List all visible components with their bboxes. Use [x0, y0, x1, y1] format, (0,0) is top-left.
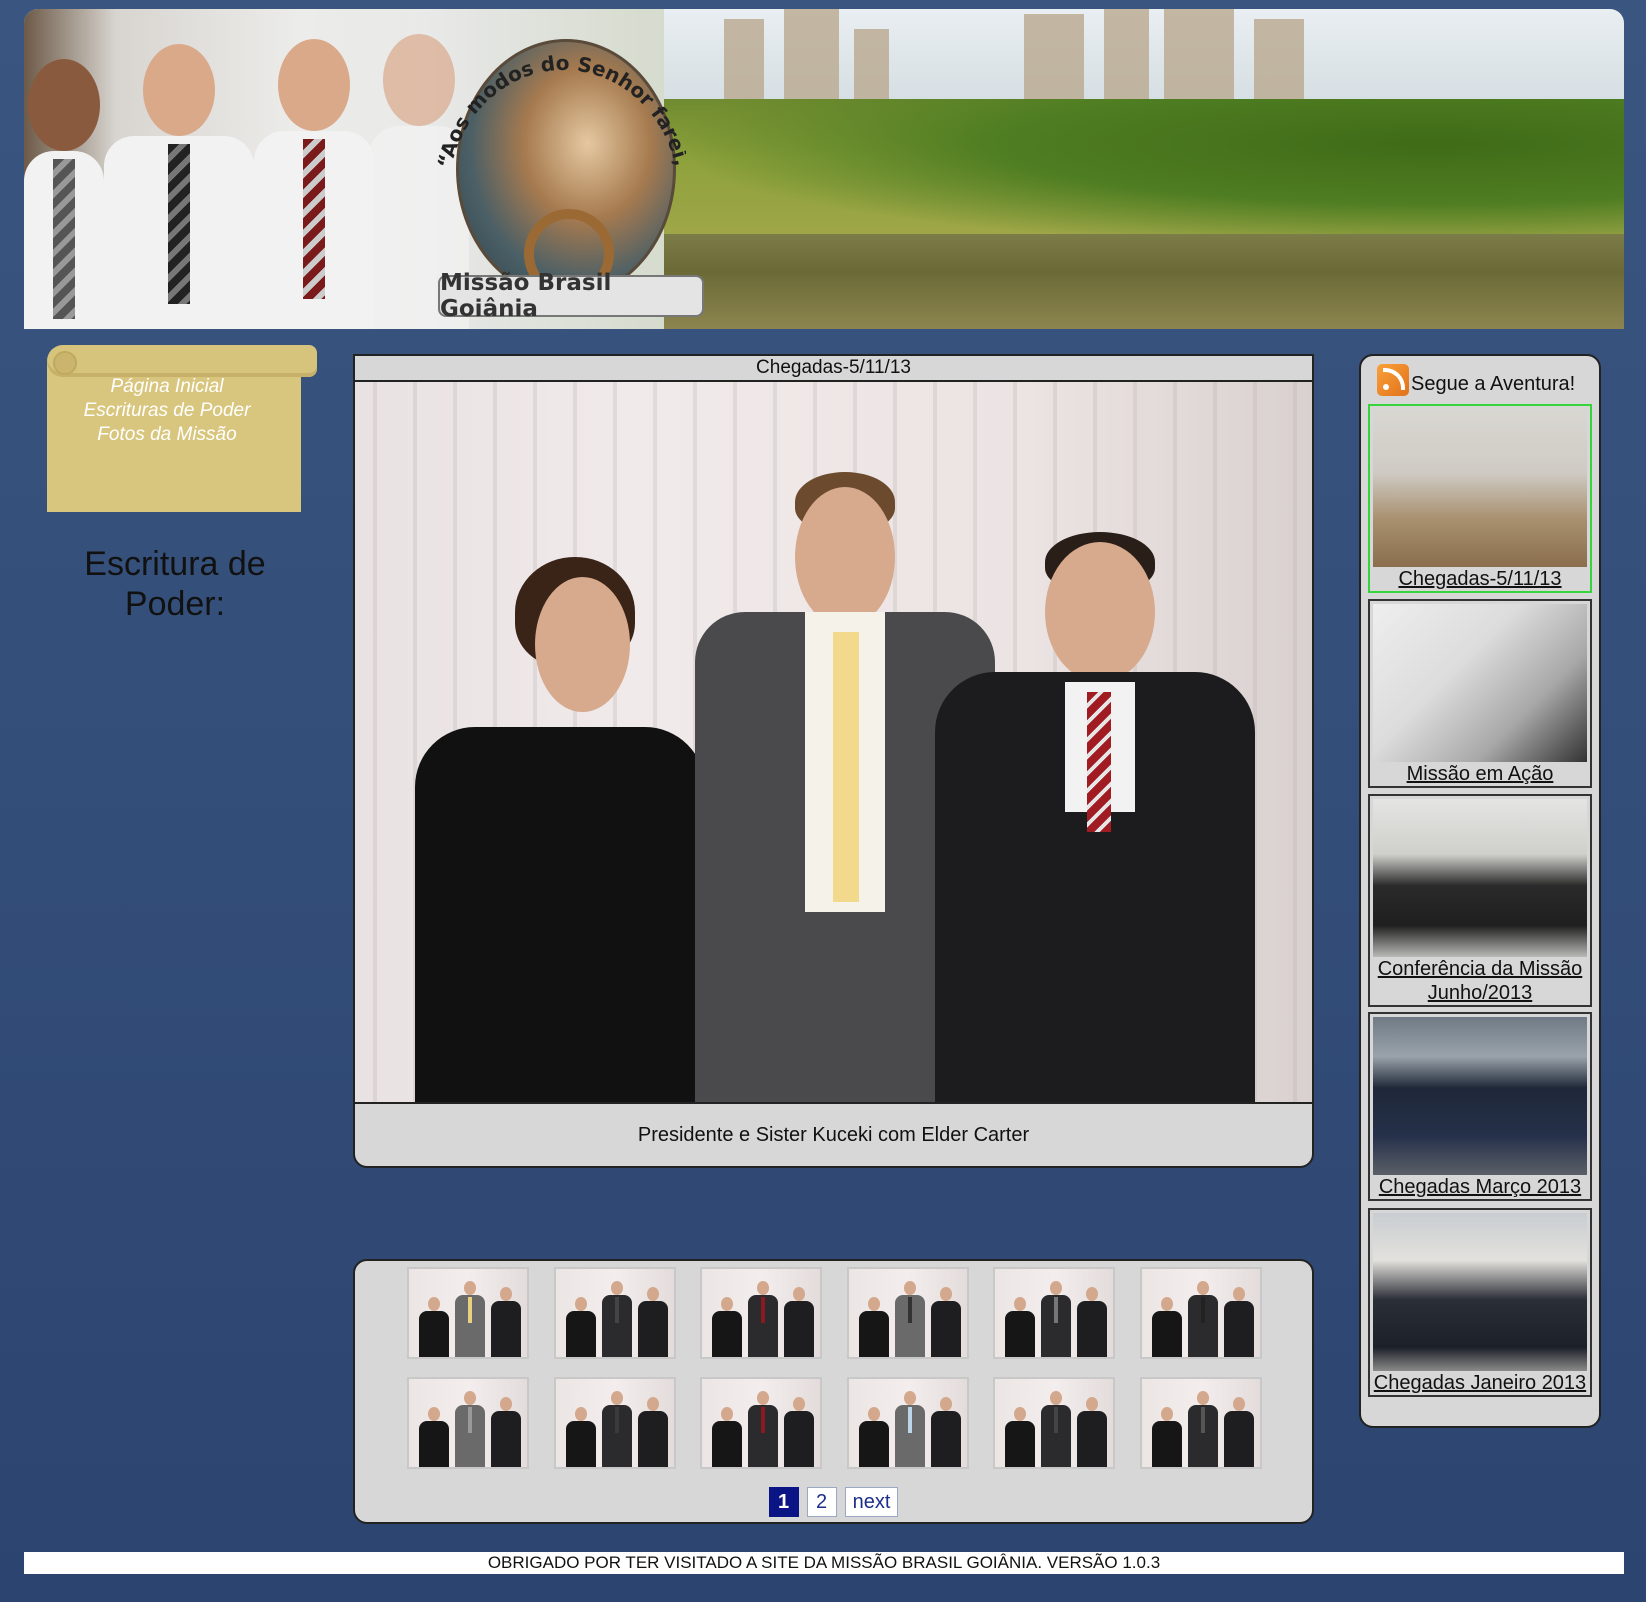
album-label: Missão em Ação — [1406, 763, 1554, 785]
photo-thumbnail[interactable] — [1139, 1377, 1262, 1469]
thumbnail-person — [784, 1301, 814, 1357]
main-photo[interactable] — [355, 382, 1312, 1104]
thumbnail-person — [1151, 1421, 1182, 1467]
photo-thumbnail[interactable] — [553, 1377, 676, 1469]
album-conferencia-junho-2013[interactable]: Conferência da Missão Junho/2013 — [1368, 794, 1592, 1007]
thumbnail-person — [784, 1411, 814, 1467]
photo-thumbnail[interactable] — [700, 1267, 822, 1359]
thumbnail-person — [858, 1311, 889, 1357]
footer-text: OBRIGADO POR TER VISITADO A SITE DA MISS… — [24, 1552, 1624, 1574]
thumbnail-person — [1151, 1311, 1182, 1357]
album-label: Chegadas Janeiro 2013 — [1373, 1372, 1587, 1394]
main-photo-panel: Chegadas-5/11/13 Presidente e Sister Kuc… — [353, 354, 1314, 1168]
photo-thumbnail[interactable] — [1139, 1267, 1262, 1359]
banner-trees — [664, 99, 1624, 249]
album-title: Chegadas-5/11/13 — [355, 356, 1312, 382]
photo-person-president — [935, 532, 1255, 1102]
thumbnail-person — [1041, 1405, 1071, 1467]
photo-thumbnail[interactable] — [993, 1377, 1115, 1469]
sidebar-heading-text: Segue a Aventura! — [1411, 373, 1576, 395]
thumbnail-person — [712, 1311, 742, 1357]
nav-link-photos[interactable]: Fotos da Missão — [47, 423, 287, 447]
nav-links: Página Inicial Escrituras de Poder Fotos… — [47, 375, 287, 447]
photo-caption: Presidente e Sister Kuceki com Elder Car… — [637, 1124, 1030, 1146]
album-label: Chegadas-5/11/13 — [1398, 568, 1562, 590]
header-banner: “Aos modos do Senhor farei, e os milagre… — [24, 9, 1624, 329]
thumbnail-person — [419, 1311, 449, 1357]
thumbnail-person — [1077, 1301, 1107, 1357]
album-thumbnail — [1373, 1213, 1587, 1371]
album-thumbnail — [1373, 409, 1587, 567]
photo-thumbnail[interactable] — [407, 1267, 529, 1359]
thumbnail-person — [455, 1295, 485, 1357]
photo-thumbnail[interactable] — [553, 1267, 676, 1359]
album-missao-em-acao[interactable]: Missão em Ação — [1368, 599, 1592, 788]
album-thumbnail — [1373, 799, 1587, 957]
site-title: Missão Brasil Goiânia — [438, 270, 704, 322]
photo-thumbnail[interactable] — [700, 1377, 822, 1469]
thumbnail-person — [1005, 1311, 1035, 1357]
thumbnail-person — [1041, 1295, 1071, 1357]
thumbnail-person — [858, 1421, 889, 1467]
thumbnail-person — [419, 1421, 449, 1467]
thumbnail-person — [601, 1295, 632, 1357]
thumbnail-person — [930, 1301, 961, 1357]
thumbnail-person — [1223, 1411, 1254, 1467]
thumbnail-person — [1187, 1295, 1218, 1357]
thumbnail-panel: 1 2 next — [353, 1259, 1314, 1524]
album-thumbnail — [1373, 1017, 1587, 1175]
thumbnail-person — [455, 1405, 485, 1467]
album-label: Conferência da Missão Junho/2013 — [1377, 958, 1583, 1004]
pagination: 1 2 next — [355, 1487, 1312, 1517]
photo-thumbnail[interactable] — [846, 1377, 969, 1469]
album-label: Chegadas Março 2013 — [1378, 1176, 1582, 1198]
rss-icon[interactable] — [1377, 364, 1409, 396]
album-thumbnail — [1373, 604, 1587, 762]
thumbnail-person — [637, 1411, 668, 1467]
nav-link-home[interactable]: Página Inicial — [47, 375, 287, 399]
sidebar-heading: Segue a Aventura! — [1361, 356, 1599, 396]
albums-sidebar: Segue a Aventura! Chegadas-5/11/13 Missã… — [1359, 354, 1601, 1428]
scroll-roll — [47, 345, 317, 377]
page-1-button[interactable]: 1 — [768, 1487, 799, 1517]
page-2-button[interactable]: 2 — [806, 1487, 837, 1517]
thumbnail-person — [748, 1295, 778, 1357]
photo-thumbnail[interactable] — [846, 1267, 969, 1359]
scripture-heading: Escritura de Poder: — [84, 545, 266, 623]
thumbnail-person — [930, 1411, 961, 1467]
thumbnail-person — [1223, 1301, 1254, 1357]
photo-thumbnail[interactable] — [407, 1377, 529, 1469]
svg-text:“Aos modos do Senhor farei, e: “Aos modos do Senhor farei, e os milagre… — [436, 19, 686, 170]
banner-missionaries-photo — [24, 9, 484, 329]
thumbnail-person — [1005, 1421, 1035, 1467]
thumbnail-person — [601, 1405, 632, 1467]
album-chegadas-janeiro-2013[interactable]: Chegadas Janeiro 2013 — [1368, 1208, 1592, 1397]
album-chegadas-5-11-13[interactable]: Chegadas-5/11/13 — [1368, 404, 1592, 593]
thumbnail-person — [637, 1301, 668, 1357]
thumbnail-person — [491, 1411, 521, 1467]
photo-person-sister — [415, 557, 705, 1102]
thumbnail-person — [1187, 1405, 1218, 1467]
thumbnail-person — [894, 1295, 925, 1357]
album-chegadas-marco-2013[interactable]: Chegadas Março 2013 — [1368, 1012, 1592, 1201]
next-page-button[interactable]: next — [844, 1487, 899, 1517]
thumbnail-person — [565, 1421, 596, 1467]
thumbnail-person — [1077, 1411, 1107, 1467]
thumbnail-person — [748, 1405, 778, 1467]
banner-lake — [664, 234, 1624, 329]
nav-scroll: Página Inicial Escrituras de Poder Fotos… — [47, 345, 317, 512]
thumbnail-person — [565, 1311, 596, 1357]
photo-thumbnail[interactable] — [993, 1267, 1115, 1359]
thumbnail-person — [491, 1301, 521, 1357]
nav-link-scriptures[interactable]: Escrituras de Poder — [47, 399, 287, 423]
emblem-motto: “Aos modos do Senhor farei, e os milagre… — [436, 19, 686, 170]
thumbnail-person — [894, 1405, 925, 1467]
mission-emblem: “Aos modos do Senhor farei, e os milagre… — [436, 19, 704, 322]
thumbnail-person — [712, 1421, 742, 1467]
thumbnail-grid — [407, 1267, 1267, 1469]
